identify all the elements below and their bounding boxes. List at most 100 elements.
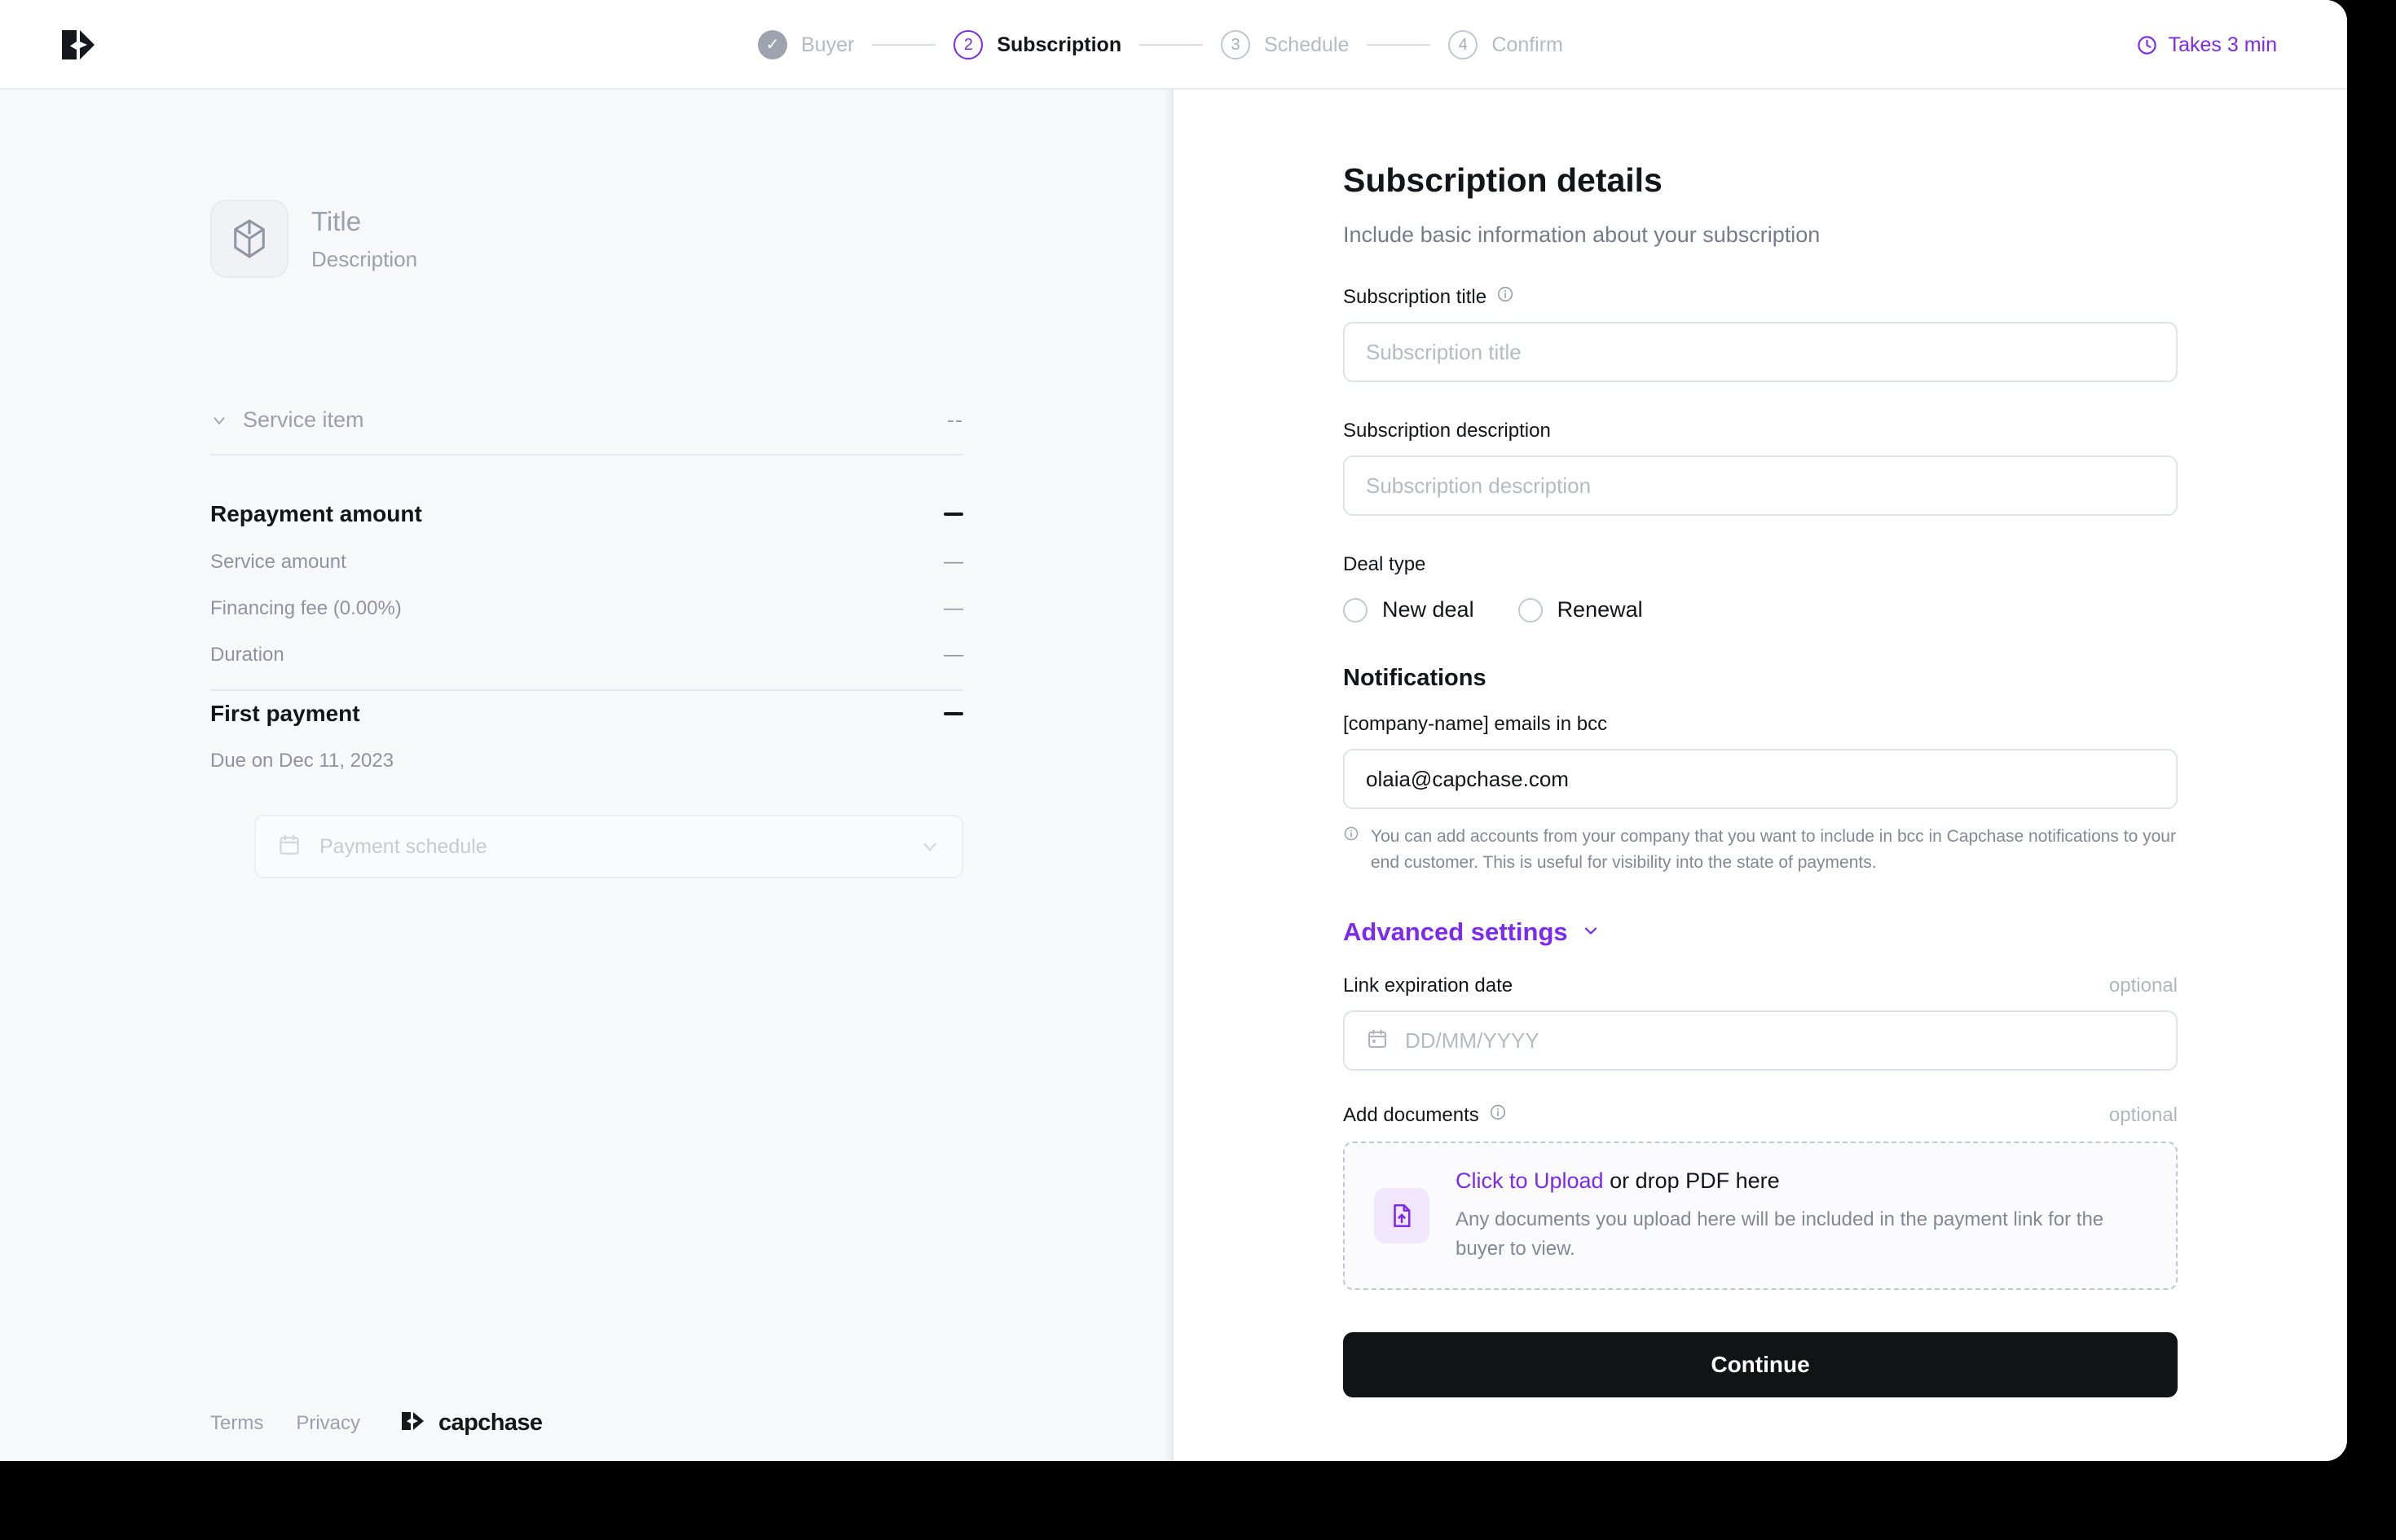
- link-expiration-placeholder: DD/MM/YYYY: [1405, 1027, 1539, 1053]
- subscription-title-input[interactable]: Subscription title: [1343, 322, 2178, 382]
- subscription-description-label: Subscription description: [1343, 420, 1551, 442]
- bcc-emails-input[interactable]: olaia@capchase.com: [1343, 749, 2178, 809]
- minus-icon[interactable]: [944, 513, 963, 516]
- radio-renewal[interactable]: Renewal: [1517, 597, 1643, 623]
- repayment-row-service-amount: Service amount —: [210, 551, 963, 574]
- deal-type-radio-group: New deal Renewal: [1343, 597, 2178, 623]
- chevron-down-icon: [210, 411, 228, 429]
- advanced-settings-label: Advanced settings: [1343, 917, 1568, 946]
- service-item-row[interactable]: Service item --: [210, 407, 963, 455]
- step-buyer-bullet: ✓: [758, 30, 787, 59]
- first-payment-header[interactable]: First payment: [210, 701, 963, 727]
- repayment-amount-section: Repayment amount Service amount — Financ…: [210, 501, 963, 691]
- section-divider: [210, 689, 963, 691]
- privacy-link[interactable]: Privacy: [296, 1412, 360, 1435]
- repayment-amount-header[interactable]: Repayment amount: [210, 501, 963, 527]
- radio-new-deal[interactable]: New deal: [1343, 597, 1474, 623]
- subscription-description-placeholder: Subscription description: [1366, 473, 1592, 498]
- step-confirm-bullet: 4: [1448, 30, 1478, 59]
- step-schedule-bullet: 3: [1221, 30, 1251, 59]
- dropzone-main-text: Click to Upload or drop PDF here: [1456, 1168, 2140, 1194]
- repayment-row-value: —: [944, 551, 963, 573]
- advanced-settings-toggle[interactable]: Advanced settings: [1343, 917, 1601, 947]
- step-subscription[interactable]: 2 Subscription: [954, 30, 1121, 59]
- bcc-hint-text: You can add accounts from your company t…: [1371, 827, 2176, 872]
- subscription-title-field: Subscription title Subscription title: [1343, 285, 2178, 382]
- subscription-details-form: Subscription details Include basic infor…: [1343, 161, 2178, 1397]
- radio-new-deal-dot: [1343, 597, 1368, 623]
- takes-time-indicator: Takes 3 min: [2136, 0, 2277, 90]
- calendar-icon: [277, 833, 302, 861]
- repayment-row-value: —: [944, 597, 963, 619]
- summary-title: Title: [311, 205, 362, 236]
- repayment-row-label: Financing fee (0.00%): [210, 597, 402, 619]
- minus-icon[interactable]: [944, 712, 963, 715]
- progress-stepper: ✓ Buyer 2 Subscription 3 Schedule 4 Conf…: [758, 0, 1563, 90]
- subscription-description-input[interactable]: Subscription description: [1343, 455, 2178, 516]
- footer: Terms Privacy capchase: [210, 1410, 543, 1437]
- repayment-row-value: —: [944, 644, 963, 666]
- subscription-description-label-row: Subscription description: [1343, 420, 1551, 442]
- subscription-title-label: Subscription title: [1343, 285, 1487, 308]
- step-connector: [1139, 44, 1204, 46]
- step-subscription-bullet: 2: [954, 30, 984, 59]
- repayment-row-duration: Duration —: [210, 644, 963, 667]
- repayment-row-label: Service amount: [210, 551, 346, 573]
- summary-description: Description: [311, 246, 418, 271]
- bcc-emails-label: [company-name] emails in bcc: [1343, 713, 1608, 735]
- terms-link[interactable]: Terms: [210, 1412, 263, 1435]
- add-documents-label: Add documents: [1343, 1103, 1479, 1126]
- payment-schedule-select[interactable]: Payment schedule: [254, 815, 963, 878]
- dropzone-rest-text: or drop PDF here: [1603, 1168, 1780, 1193]
- cube-icon: [210, 200, 288, 278]
- step-confirm[interactable]: 4 Confirm: [1448, 30, 1563, 59]
- capchase-chevrons-icon[interactable]: [60, 27, 99, 63]
- page-subtitle: Include basic information about your sub…: [1343, 222, 1821, 247]
- add-documents-field: Add documents optional Click to Upload o…: [1343, 1103, 2178, 1290]
- continue-button[interactable]: Continue: [1343, 1332, 2178, 1397]
- add-documents-optional-tag: optional: [2108, 1103, 2178, 1126]
- step-schedule[interactable]: 3 Schedule: [1221, 30, 1349, 59]
- click-to-upload-link[interactable]: Click to Upload: [1456, 1168, 1604, 1193]
- takes-time-label: Takes 3 min: [2168, 33, 2277, 56]
- info-icon[interactable]: [1489, 1103, 1507, 1127]
- service-item-label: Service item: [243, 407, 364, 432]
- repayment-row-label: Duration: [210, 644, 284, 666]
- radio-renewal-dot: [1517, 597, 1543, 623]
- footer-wordmark: capchase: [438, 1410, 543, 1436]
- step-buyer[interactable]: ✓ Buyer: [758, 30, 854, 59]
- top-bar: ✓ Buyer 2 Subscription 3 Schedule 4 Conf…: [0, 0, 2347, 90]
- payment-schedule-placeholder: Payment schedule: [319, 834, 487, 858]
- form-panel: Subscription details Include basic infor…: [1174, 90, 2347, 1461]
- notifications-title: Notifications: [1343, 665, 1486, 691]
- calendar-icon: [1366, 1027, 1389, 1054]
- step-buyer-label: Buyer: [801, 33, 855, 56]
- clock-icon: [2136, 34, 2158, 56]
- browser-viewport: ✓ Buyer 2 Subscription 3 Schedule 4 Conf…: [0, 0, 2347, 1461]
- first-payment-title: First payment: [210, 701, 360, 726]
- chevron-down-icon: [919, 836, 940, 857]
- document-dropzone[interactable]: Click to Upload or drop PDF here Any doc…: [1343, 1142, 2178, 1290]
- first-payment-section: First payment Due on Dec 11, 2023: [210, 701, 963, 772]
- radio-renewal-label: Renewal: [1557, 597, 1643, 622]
- file-upload-icon: [1374, 1188, 1429, 1243]
- step-schedule-label: Schedule: [1264, 33, 1350, 56]
- radio-new-deal-label: New deal: [1382, 597, 1474, 622]
- info-icon[interactable]: [1496, 285, 1514, 309]
- capchase-chevrons-icon: [401, 1410, 429, 1436]
- subscription-title-placeholder: Subscription title: [1366, 339, 1522, 364]
- service-item-value: --: [947, 407, 963, 432]
- dropzone-sub-text: Any documents you upload here will be in…: [1456, 1208, 2104, 1260]
- link-expiration-label-row: Link expiration date: [1343, 975, 1513, 997]
- add-documents-label-row: Add documents: [1343, 1103, 1507, 1127]
- repayment-amount-title: Repayment amount: [210, 501, 422, 526]
- info-icon: [1343, 824, 1359, 875]
- link-expiration-input[interactable]: DD/MM/YYYY: [1343, 1010, 2178, 1071]
- link-expiration-label: Link expiration date: [1343, 975, 1513, 997]
- summary-panel: Title Description Service item -- Repaym…: [0, 90, 1174, 1461]
- step-connector: [872, 44, 936, 46]
- first-payment-due-date: Due on Dec 11, 2023: [210, 750, 394, 772]
- repayment-row-financing-fee: Financing fee (0.00%) —: [210, 597, 963, 620]
- footer-logo: capchase: [401, 1410, 543, 1437]
- link-expiration-field: Link expiration date optional DD/MM/YYYY: [1343, 975, 2178, 1071]
